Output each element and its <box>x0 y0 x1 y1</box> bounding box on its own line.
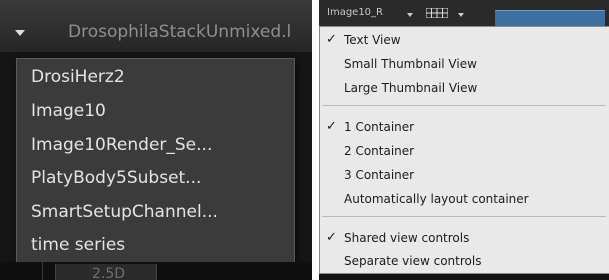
active-view-highlight <box>495 10 605 27</box>
menu-item-large-thumbnail-view[interactable]: Large Thumbnail View <box>344 78 477 98</box>
document-tab-bar: DrosophilaStackUnmixed.l <box>0 0 312 52</box>
view-options-menu: ✓ Text View Small Thumbnail View Large T… <box>319 26 609 274</box>
tab-divider <box>42 262 43 280</box>
view-tab-bar: 2.5D <box>0 262 312 280</box>
document-tab-title[interactable]: DrosophilaStackUnmixed.l <box>68 22 291 42</box>
chevron-down-icon[interactable] <box>407 13 413 17</box>
image-list-menu: DrosiHerz2 Image10 Image10Render_Se... P… <box>16 58 295 268</box>
menu-item-2-container[interactable]: 2 Container <box>344 141 414 161</box>
check-icon: ✓ <box>326 119 337 134</box>
menu-item-time-series[interactable]: time series <box>31 231 125 259</box>
menu-item-3-container[interactable]: 3 Container <box>344 165 414 185</box>
chevron-down-icon[interactable] <box>15 30 25 36</box>
menu-item-auto-layout[interactable]: Automatically layout container <box>344 189 529 209</box>
check-icon: ✓ <box>326 32 337 47</box>
left-panel: DrosophilaStackUnmixed.l DrosiHerz2 Imag… <box>0 0 312 280</box>
check-icon: ✓ <box>326 230 337 245</box>
grid-view-icon[interactable] <box>426 8 448 18</box>
menu-divider <box>322 105 606 106</box>
menu-item-small-thumbnail-view[interactable]: Small Thumbnail View <box>344 54 477 74</box>
menu-divider <box>322 216 606 217</box>
menu-item-smartsetup[interactable]: SmartSetupChannel... <box>31 198 218 226</box>
menu-item-drosiherz2[interactable]: DrosiHerz2 <box>31 63 125 91</box>
menu-item-1-container[interactable]: 1 Container <box>344 117 414 137</box>
image-name-label: Image10_R <box>327 7 383 18</box>
menu-item-image10render[interactable]: Image10Render_Se... <box>31 131 212 159</box>
tab-2-5d-label: 2.5D <box>92 266 126 280</box>
view-toolbar: Image10_R <box>319 0 609 27</box>
chevron-down-icon[interactable] <box>458 13 464 17</box>
right-panel: Image10_R ✓ Text View Small Thumbnail Vi… <box>319 0 609 280</box>
menu-item-separate-view-controls[interactable]: Separate view controls <box>344 251 481 271</box>
menu-item-image10[interactable]: Image10 <box>31 97 106 125</box>
menu-item-shared-view-controls[interactable]: Shared view controls <box>344 228 469 248</box>
menu-item-text-view[interactable]: Text View <box>344 30 401 50</box>
menu-item-platybody[interactable]: PlatyBody5Subset... <box>31 164 201 192</box>
